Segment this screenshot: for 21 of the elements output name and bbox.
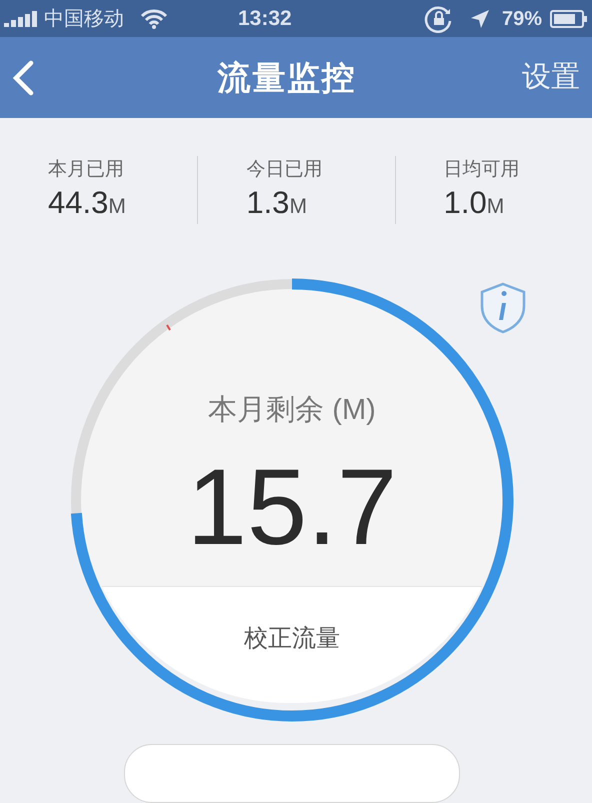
marker-tick [166,324,171,331]
rotation-lock-icon [424,4,454,33]
wifi-icon [140,8,168,29]
back-icon [12,60,34,96]
stat-value: 1.0M [444,184,506,222]
settings-link[interactable]: 设置 [522,56,580,100]
battery-percent: 79% [502,6,542,32]
stat-value: 44.3M [48,184,127,222]
time-text: 13:32 [238,6,292,32]
stat-label: 本月已用 [48,158,125,182]
signal-icon [4,10,40,27]
stat-value: 1.3M [246,184,308,222]
location-arrow-icon [470,8,490,29]
info-shield-icon [478,282,528,334]
battery-icon [550,10,588,28]
page-title: 流量监控 [216,58,358,98]
stat-label: 日均可用 [444,158,521,182]
gauge-value: 15.7 [186,452,398,561]
carrier-text: 中国移动 [44,6,124,32]
gauge-label: 本月剩余 (M) [208,393,376,428]
stat-label: 今日已用 [246,158,324,182]
